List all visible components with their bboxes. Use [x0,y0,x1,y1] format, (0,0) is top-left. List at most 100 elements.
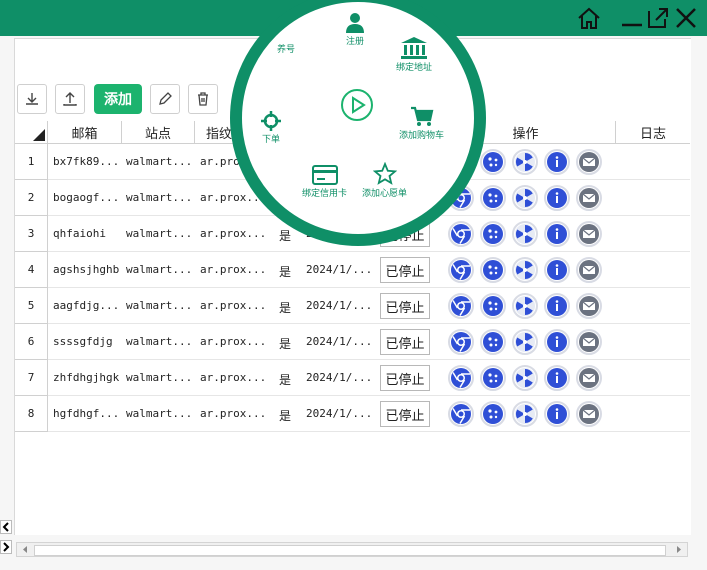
mail-button[interactable] [576,401,602,427]
cookie-button[interactable] [480,293,506,319]
column-site[interactable]: 站点 [122,121,195,144]
chrome-button[interactable] [448,401,474,427]
cookie-button[interactable] [480,185,506,211]
column-log[interactable]: 日志 [616,121,690,144]
email-cell[interactable]: aagfdjg... [53,299,119,312]
mail-button[interactable] [576,365,602,391]
mail-button[interactable] [576,185,602,211]
fingerprint-cell[interactable]: ar.prox... [200,371,266,384]
download-button[interactable] [17,84,47,114]
scroll-right-icon[interactable] [673,543,685,556]
radiation-button[interactable] [512,293,538,319]
edit-button[interactable] [150,84,180,114]
info-button[interactable] [544,257,570,283]
fingerprint-cell[interactable]: ar.prox... [200,263,266,276]
delete-button[interactable] [188,84,218,114]
radiation-button[interactable] [512,401,538,427]
email-cell[interactable]: agshsjhghb [53,263,119,276]
row-number[interactable]: 8 [15,396,48,432]
site-cell[interactable]: walmart... [126,371,192,384]
mail-button[interactable] [576,329,602,355]
radiation-button[interactable] [512,365,538,391]
row-number[interactable]: 3 [15,216,48,252]
radiation-button[interactable] [512,185,538,211]
fingerprint-cell[interactable]: ar.prox... [200,227,266,240]
site-cell[interactable]: walmart... [126,227,192,240]
info-button[interactable] [544,221,570,247]
row-number[interactable]: 4 [15,252,48,288]
radial-item-add-to-cart[interactable]: 添加购物车 [399,106,444,141]
chrome-button[interactable] [448,293,474,319]
play-icon[interactable] [340,88,374,122]
mail-button[interactable] [576,221,602,247]
upload-button[interactable] [55,84,85,114]
add-button[interactable]: 添加 [94,84,142,114]
info-button[interactable] [544,401,570,427]
chrome-button[interactable] [448,365,474,391]
row-number[interactable]: 7 [15,360,48,396]
row-number[interactable]: 1 [15,144,48,180]
cookie-button[interactable] [480,221,506,247]
fingerprint-cell[interactable]: ar.prox... [200,335,266,348]
cookie-button[interactable] [480,257,506,283]
home-icon[interactable] [576,5,602,31]
minimize-icon[interactable] [619,5,645,31]
cookie-button[interactable] [480,401,506,427]
radial-item-register[interactable]: 注册 [345,12,365,47]
status-button[interactable]: 已停止 [380,365,430,391]
horizontal-scrollbar[interactable] [16,542,688,557]
chrome-button[interactable] [448,221,474,247]
chrome-button[interactable] [448,329,474,355]
site-cell[interactable]: walmart... [126,299,192,312]
email-cell[interactable]: qhfaiohi [53,227,106,240]
site-cell[interactable]: walmart... [126,155,192,168]
radial-item-bind-address[interactable]: 绑定地址 [396,36,432,73]
site-cell[interactable]: walmart... [126,335,192,348]
site-cell[interactable]: walmart... [126,191,192,204]
site-cell[interactable]: walmart... [126,263,192,276]
mail-button[interactable] [576,257,602,283]
email-cell[interactable]: bx7fk89... [53,155,119,168]
cookie-button[interactable] [480,149,506,175]
row-number[interactable]: 6 [15,324,48,360]
status-button[interactable]: 已停止 [380,329,430,355]
fingerprint-cell[interactable]: ar.prox... [200,299,266,312]
mail-button[interactable] [576,149,602,175]
info-button[interactable] [544,365,570,391]
fingerprint-cell[interactable]: ar.prox... [200,407,266,420]
info-button[interactable] [544,185,570,211]
status-button[interactable]: 已停止 [380,257,430,283]
radial-item-raise-account[interactable]: 养号 [277,42,295,55]
site-cell[interactable]: walmart... [126,407,192,420]
info-button[interactable] [544,149,570,175]
radiation-button[interactable] [512,257,538,283]
close-icon[interactable] [673,5,699,31]
scroll-left-icon[interactable] [19,543,31,556]
cookie-button[interactable] [480,365,506,391]
email-cell[interactable]: zhfdhgjhgk [53,371,119,384]
radiation-button[interactable] [512,221,538,247]
flag-cell: 是 [279,337,292,351]
status-button[interactable]: 已停止 [380,293,430,319]
chrome-button[interactable] [448,257,474,283]
radial-item-order[interactable]: 下单 [260,110,282,145]
radial-item-wishlist[interactable]: 添加心愿单 [362,162,407,199]
radiation-button[interactable] [512,149,538,175]
column-email[interactable]: 邮箱 [48,121,122,144]
scroll-thumb[interactable] [34,545,666,556]
cookie-button[interactable] [480,329,506,355]
email-cell[interactable]: hgfdhgf... [53,407,119,420]
radial-item-bind-card[interactable]: 绑定信用卡 [302,164,347,199]
radiation-button[interactable] [512,329,538,355]
info-button[interactable] [544,329,570,355]
email-cell[interactable]: ssssgfdjg [53,335,113,348]
row-number[interactable]: 5 [15,288,48,324]
email-cell[interactable]: bogaogf... [53,191,119,204]
expand-right-button[interactable] [0,540,12,554]
mail-button[interactable] [576,293,602,319]
row-number[interactable]: 2 [15,180,48,216]
info-button[interactable] [544,293,570,319]
status-button[interactable]: 已停止 [380,401,430,427]
collapse-left-button[interactable] [0,520,12,534]
popout-icon[interactable] [645,5,671,31]
